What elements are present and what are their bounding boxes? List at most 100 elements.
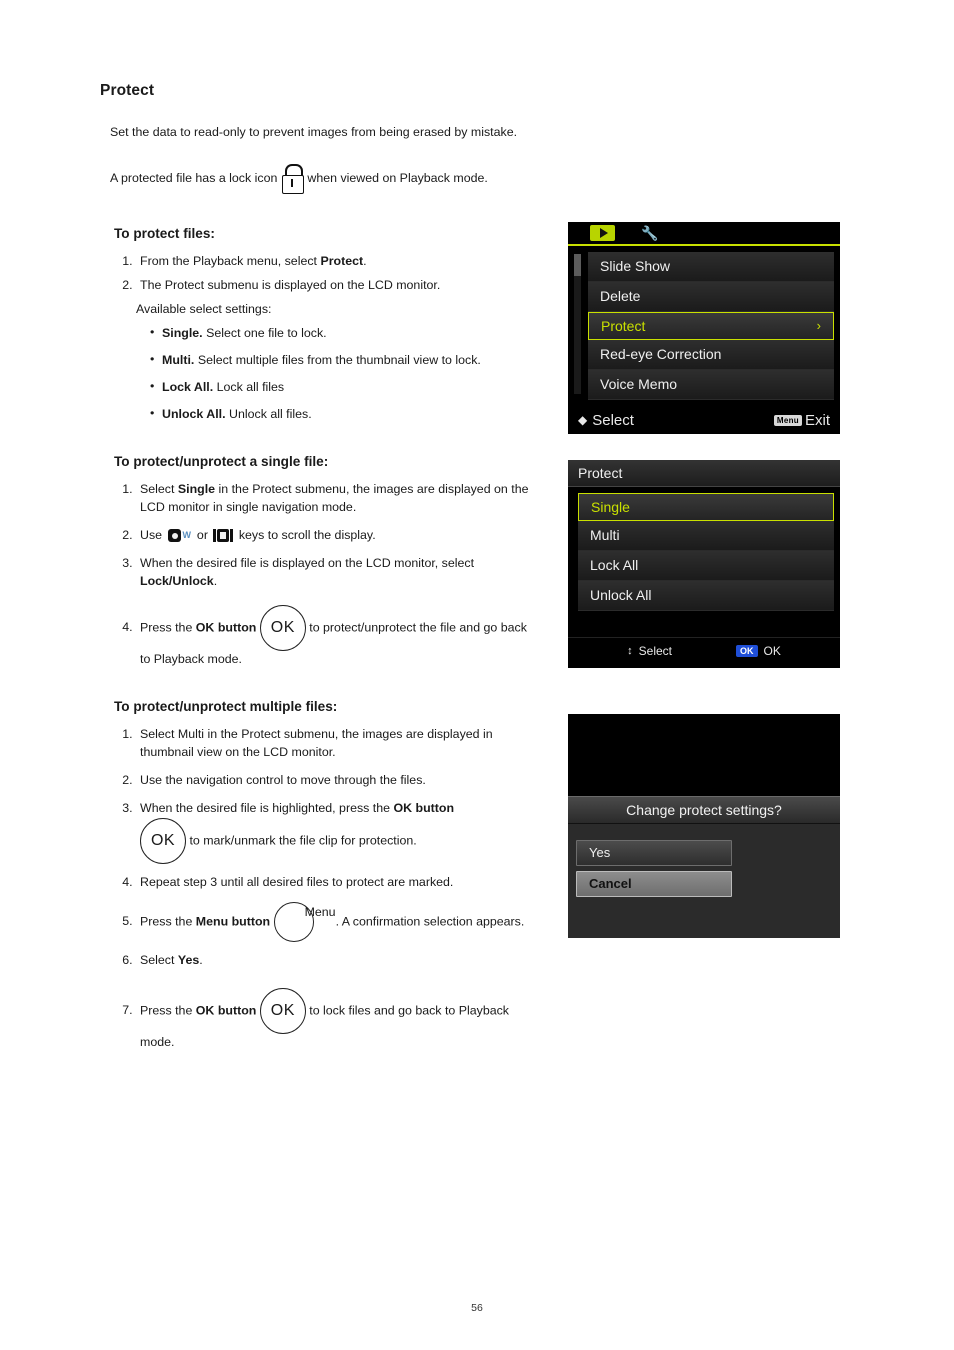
playback-menu-footer: ◆ Select Menu Exit <box>568 406 840 434</box>
cancel-button[interactable]: Cancel <box>576 871 732 897</box>
confirm-message: Change protect settings? <box>568 796 840 824</box>
available-settings-label: Available select settings: <box>136 301 272 316</box>
menu-button-icon: Menu <box>273 901 336 942</box>
menu-item-label: Protect <box>601 318 646 334</box>
menu-item-red-eye-correction[interactable]: Red-eye Correction <box>588 340 834 370</box>
menu-item-protect[interactable]: Protect › <box>588 312 834 340</box>
protect-option-single[interactable]: Single <box>578 493 834 521</box>
list-item: Select Yes. <box>136 952 540 970</box>
intro-paragraph: Set the data to read-only to prevent ima… <box>110 125 518 139</box>
list-item: Press the OK button OK to lock files and… <box>136 987 540 1052</box>
menu-item-label: Red-eye Correction <box>600 346 722 362</box>
option-label: Unlock All <box>590 587 652 603</box>
ok-button-icon: OK <box>140 817 186 864</box>
list-item: When the desired file is highlighted, pr… <box>136 800 540 864</box>
step-text-a: Press the <box>140 620 196 635</box>
list-item: Select Single in the Protect submenu, th… <box>136 481 540 517</box>
button-label: Yes <box>589 845 611 860</box>
step-text-a: From the Playback menu, select <box>140 253 321 268</box>
list-item: Press the Menu button Menu. A confirmati… <box>136 901 540 942</box>
step-text-b: or <box>193 527 212 542</box>
menu-item-label: Voice Memo <box>600 376 678 392</box>
heading-multiple-files: To protect/unprotect multiple files: <box>114 698 338 714</box>
ok-key-chip: OK <box>736 645 758 657</box>
step-text: Select Multi in the Protect submenu, the… <box>140 726 493 759</box>
menu-item-delete[interactable]: Delete <box>588 282 834 312</box>
ok-button-icon: OK <box>259 987 306 1034</box>
page-number: 56 <box>471 1302 483 1314</box>
setup-wrench-icon[interactable]: 🔧 <box>641 226 658 240</box>
protect-submenu-screenshot: Protect Single Multi Lock All Unlock All… <box>568 460 840 668</box>
step-text-a: Select <box>140 481 178 496</box>
step-text-bold: OK button <box>195 1002 257 1017</box>
step-text-bold: Menu button <box>195 913 271 928</box>
menu-tab-bar: 🔧 <box>568 222 840 246</box>
footer-select-label: Select <box>638 644 672 658</box>
option-label: Lock All <box>590 557 639 573</box>
protect-option-unlock-all[interactable]: Unlock All <box>578 581 834 611</box>
list-item: The Protect submenu is displayed on the … <box>136 277 540 295</box>
step-text-a: Select <box>140 952 178 967</box>
preview-area <box>568 714 840 796</box>
manual-page: Protect Set the data to read-only to pre… <box>0 0 954 1350</box>
list-item: Repeat step 3 until all desired files to… <box>136 874 540 892</box>
playback-menu-screenshot: 🔧 Slide Show Delete Protect › Red-eye Co… <box>568 222 840 434</box>
steps-multiple-files: Select Multi in the Protect submenu, the… <box>114 726 540 1052</box>
lock-icon <box>281 163 305 194</box>
menu-key-chip: Menu <box>773 414 802 426</box>
footer-exit-label: Exit <box>804 411 830 429</box>
protect-submenu-footer: ↕ Select OK OK <box>568 637 840 664</box>
menu-item-slide-show[interactable]: Slide Show <box>588 252 834 282</box>
playback-tab-icon[interactable] <box>590 225 615 241</box>
list-item: Lock All. Lock all files <box>150 378 540 397</box>
list-item: Press the OK button OK to protect/unprot… <box>136 604 540 669</box>
wide-zoom-key-icon: W <box>166 528 192 543</box>
step-text-c: . A confirmation selection appears. <box>335 913 525 928</box>
option-label: Multi <box>590 527 620 543</box>
protect-option-multi[interactable]: Multi <box>578 521 834 551</box>
step-text-c: . <box>199 952 203 967</box>
four-way-nav-icon: ◆ <box>578 413 587 427</box>
list-item: From the Playback menu, select Protect. <box>136 253 540 271</box>
tele-zoom-key-icon <box>212 528 234 543</box>
step-text-a: Press the <box>140 1002 196 1017</box>
step-text: Use the navigation control to move throu… <box>140 772 426 787</box>
step-text-bold: OK button <box>195 620 257 635</box>
list-item: Use the navigation control to move throu… <box>136 772 540 790</box>
confirm-buttons: Yes Cancel <box>568 824 840 938</box>
step-text: Repeat step 3 until all desired files to… <box>140 874 454 889</box>
list-item: Single. Select one file to lock. <box>150 324 540 343</box>
step-text-bold: Single <box>177 481 216 496</box>
step-text-c: keys to scroll the display. <box>235 527 376 542</box>
list-item: When the desired file is displayed on th… <box>136 555 540 591</box>
step-text-c: to mark/unmark the file clip for protect… <box>186 833 417 847</box>
menu-item-label: Delete <box>600 288 641 304</box>
bullet-term: Lock All. <box>162 379 214 394</box>
text-column: Protect Set the data to read-only to pre… <box>100 82 540 1062</box>
chevron-right-icon: › <box>816 318 821 333</box>
step-text-a: When the desired file is displayed on th… <box>140 555 475 570</box>
list-item: Select Multi in the Protect submenu, the… <box>136 726 540 762</box>
list-item: Use W or keys to scroll the display. <box>136 527 540 545</box>
list-item: Unlock All. Unlock all files. <box>150 405 540 424</box>
scrollbar[interactable] <box>574 254 581 394</box>
page-title: Protect <box>100 82 155 99</box>
bullet-term: Unlock All. <box>162 406 226 421</box>
bullet-text: Unlock all files. <box>229 406 312 421</box>
bullet-term: Multi. <box>162 352 195 367</box>
menu-item-voice-memo[interactable]: Voice Memo <box>588 370 834 400</box>
footer-select-label: Select <box>592 411 634 429</box>
protect-option-lock-all[interactable]: Lock All <box>578 551 834 581</box>
lock-intro-after: when viewed on Playback mode. <box>307 170 488 185</box>
ok-button-icon: OK <box>259 604 306 651</box>
step-text-a: Use <box>140 527 166 542</box>
settings-bullet-list: Single. Select one file to lock. Multi. … <box>136 324 540 424</box>
step-text-bold: Lock/Unlock <box>140 573 214 588</box>
button-label: Cancel <box>589 876 632 891</box>
step-text-c: . <box>363 253 367 268</box>
steps-single-file: Select Single in the Protect submenu, th… <box>114 481 540 669</box>
menu-button-label: Menu <box>304 904 336 919</box>
yes-button[interactable]: Yes <box>576 840 732 866</box>
up-down-nav-icon: ↕ <box>627 645 633 657</box>
option-label: Single <box>591 499 630 515</box>
